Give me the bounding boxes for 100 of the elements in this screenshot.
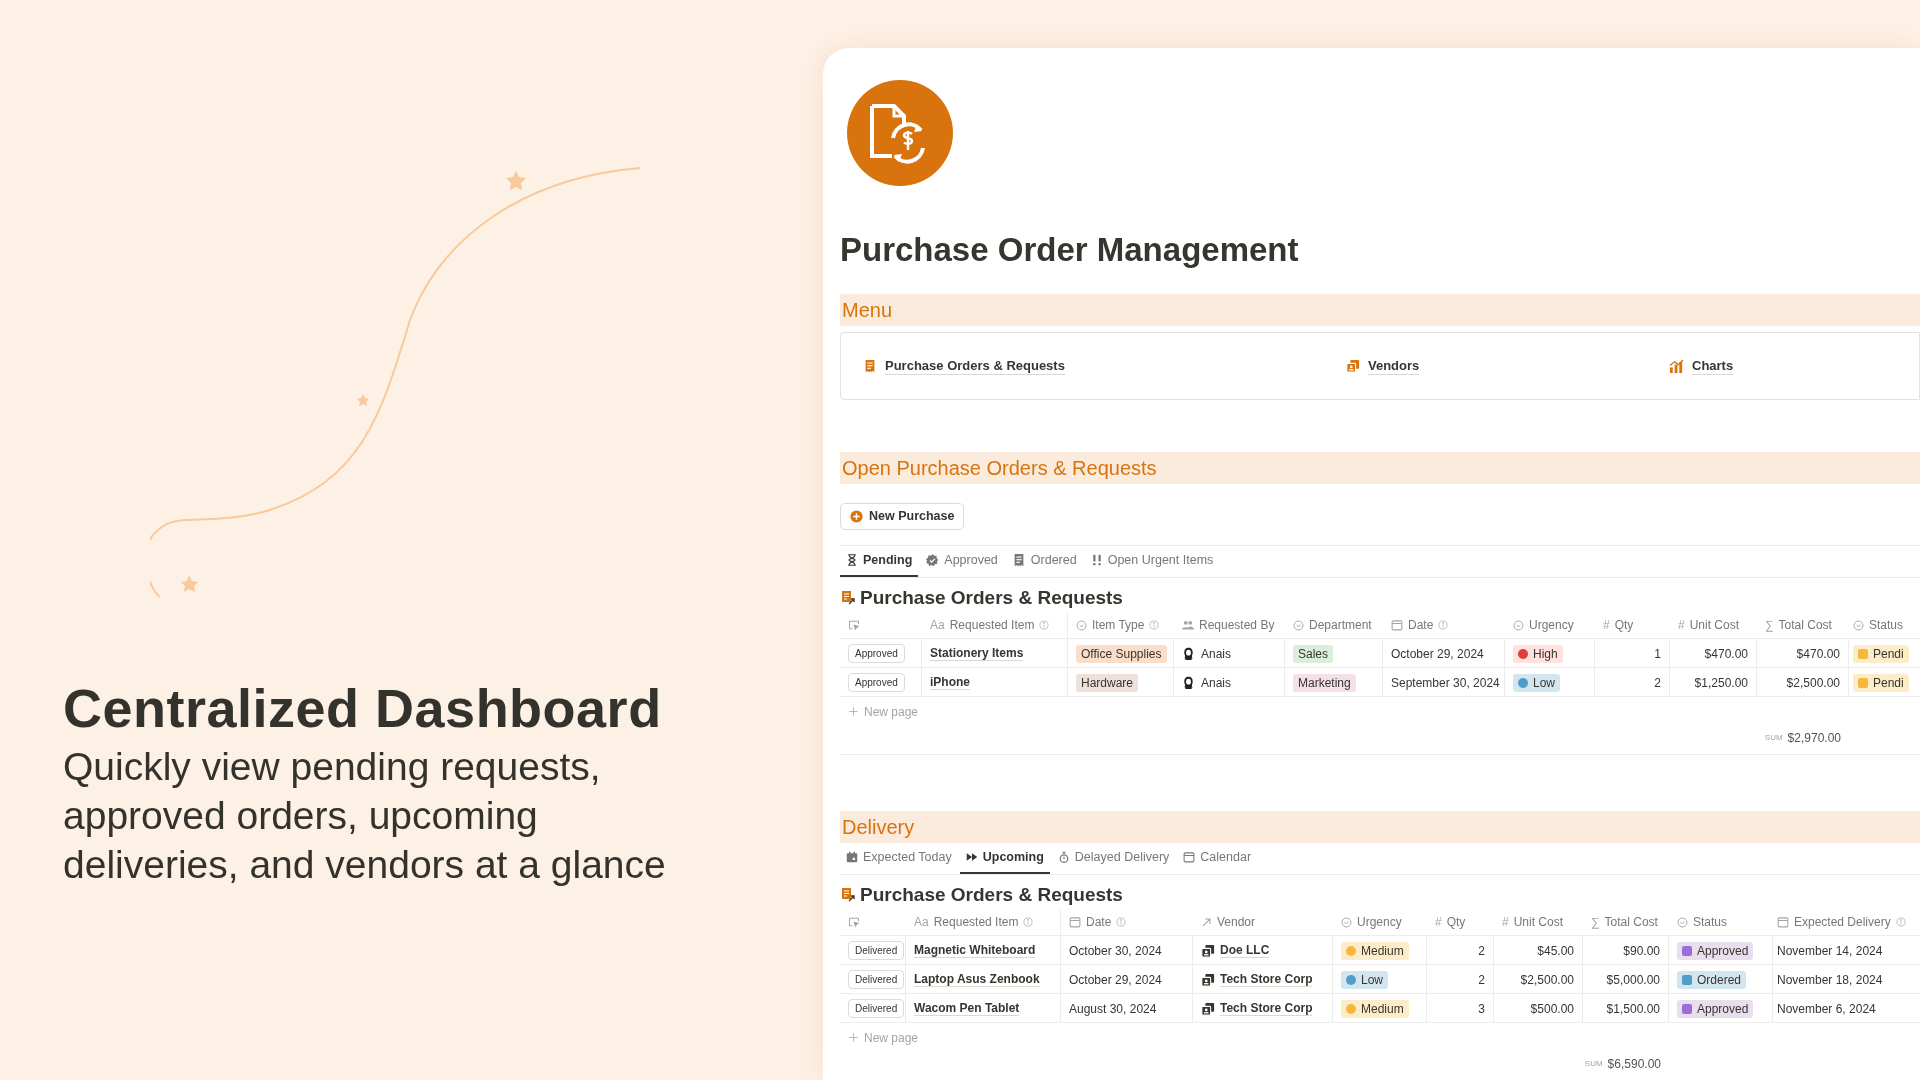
new-page-button[interactable]: New page [840, 1023, 940, 1052]
row-title-link[interactable]: Magnetic Whiteboard [914, 943, 1036, 958]
page-title: Purchase Order Management [840, 230, 1300, 270]
row-title-link[interactable]: Laptop Asus Zenbook [914, 972, 1040, 987]
column-header[interactable]: Qty [1446, 913, 1466, 931]
id-card-icon [1201, 972, 1215, 987]
tag-label: Pendi [1873, 674, 1904, 692]
tag-label: Ordered [1697, 971, 1742, 989]
person-name: Anais [1201, 645, 1232, 663]
dropdown-icon [1076, 619, 1087, 631]
section-heading: Delivery [840, 811, 1920, 843]
tag-label: Low [1533, 674, 1555, 692]
table-cell: September 30, 2024 [1383, 668, 1505, 697]
property-type-icon: # [1502, 913, 1509, 931]
row-action-button[interactable]: Delivered [848, 941, 905, 960]
column-header[interactable]: Total Cost [1778, 616, 1832, 634]
property-type-icon: # [1678, 616, 1685, 634]
vendor-link[interactable]: Doe LLC [1220, 943, 1270, 958]
column-header[interactable]: Department [1309, 616, 1372, 634]
tag-label: Medium [1361, 1000, 1404, 1018]
table-cell: $1,250.00 [1670, 668, 1757, 697]
id-card-icon [1201, 1001, 1215, 1016]
sum-label: SUM [1764, 732, 1783, 744]
new-purchase-button[interactable]: New Purchase [840, 503, 965, 530]
row-title-link[interactable]: Stationery Items [930, 646, 1024, 661]
column-header[interactable]: Total Cost [1604, 913, 1658, 931]
vendor-link[interactable]: Tech Store Corp [1220, 972, 1313, 987]
row-action-button[interactable]: Delivered [848, 999, 905, 1018]
column-header[interactable]: Vendor [1217, 913, 1256, 931]
vendor-link[interactable]: Tech Store Corp [1220, 1001, 1313, 1016]
hero-description: Quickly view pending requests, approved orders, upcoming deliveries, and vendors at a glance [63, 744, 667, 888]
view-tab[interactable]: Approved [920, 545, 1004, 577]
column-header[interactable]: Requested By [1199, 616, 1275, 634]
menu-link[interactable]: Charts [1692, 357, 1734, 375]
category-tag: Sales [1293, 644, 1334, 663]
table-cell: $2,500.00 [1757, 668, 1849, 697]
view-tab[interactable]: Ordered [1005, 545, 1083, 577]
section-heading: Open Purchase Orders & Requests [840, 452, 1920, 484]
tag-label: Approved [1697, 942, 1749, 960]
column-header[interactable]: Requested Item [933, 913, 1019, 931]
menu-link[interactable]: Vendors [1368, 357, 1420, 375]
view-tab[interactable]: Open Urgent Items [1084, 545, 1220, 577]
table-cell: $1,500.00 [1583, 994, 1669, 1023]
menu-link[interactable]: Purchase Orders & Requests [885, 357, 1065, 375]
table-cell-text: November 18, 2024 [1776, 971, 1884, 989]
tag-label: Approved [1697, 1000, 1749, 1018]
column-header[interactable]: Item Type [1092, 616, 1145, 634]
people-icon [1182, 619, 1194, 631]
view-tab[interactable]: Calendar [1177, 842, 1258, 874]
row-title-link[interactable]: iPhone [930, 675, 970, 690]
row-action-button[interactable]: Delivered [848, 970, 905, 989]
avatar-icon [1182, 646, 1195, 661]
dropdown-icon [1293, 619, 1304, 631]
category-tag: Office Supplies [1076, 644, 1167, 663]
calendar-icon [846, 851, 858, 863]
property-type-icon: # [1603, 616, 1610, 634]
view-tab[interactable]: Upcoming [959, 842, 1050, 874]
column-header[interactable]: Qty [1614, 616, 1634, 634]
avatar-icon [1182, 675, 1195, 690]
column-header[interactable]: Expected Delivery [1794, 913, 1891, 931]
new-page-button[interactable]: New page [840, 697, 940, 726]
column-header[interactable]: Requested Item [949, 616, 1035, 634]
table-cell: 1 [1595, 639, 1670, 668]
tag-label: Medium [1361, 942, 1404, 960]
calendar-icon [1183, 851, 1196, 863]
id-card-icon [1201, 943, 1215, 958]
id-card-icon [1346, 359, 1360, 373]
dropdown-icon [1853, 619, 1864, 631]
column-header[interactable]: Urgency [1529, 616, 1574, 634]
fast-forward-icon [965, 851, 978, 863]
tag-label: Pendi [1873, 645, 1904, 663]
dropdown-icon [1513, 619, 1524, 631]
property-type-icon: ∑ [1765, 616, 1774, 634]
view-tab[interactable]: Pending [840, 545, 919, 577]
dropdown-icon [1677, 916, 1688, 928]
plus-icon [848, 706, 859, 717]
column-header[interactable]: Unit Cost [1513, 913, 1564, 931]
table-cell: $45.00 [1494, 936, 1583, 965]
table-cell-text: November 6, 2024 [1776, 1000, 1877, 1018]
column-header[interactable]: Status [1869, 616, 1904, 634]
table-cell: August 30, 2024 [1061, 994, 1193, 1023]
row-title-link[interactable]: Wacom Pen Tablet [914, 1001, 1020, 1016]
table-cell: $500.00 [1494, 994, 1583, 1023]
column-header[interactable]: Date [1408, 616, 1434, 634]
table-cell-text: November 14, 2024 [1776, 942, 1884, 960]
person-name: Anais [1201, 674, 1232, 692]
column-header[interactable]: Urgency [1357, 913, 1402, 931]
column-header[interactable]: Status [1693, 913, 1728, 931]
property-type-icon: Aa [914, 913, 929, 931]
column-header[interactable]: Date [1086, 913, 1112, 931]
logo-icon [847, 80, 953, 186]
column-header[interactable]: Unit Cost [1689, 616, 1740, 634]
table-title: Purchase Orders & Requests [860, 585, 1123, 610]
row-action-button[interactable]: Approved [848, 673, 905, 692]
view-tab[interactable]: Expected Today [840, 842, 958, 874]
category-tag: Hardware [1076, 673, 1139, 692]
table-cell: $2,500.00 [1494, 965, 1583, 994]
row-action-button[interactable]: Approved [848, 644, 905, 663]
view-tab[interactable]: Delayed Delivery [1051, 842, 1176, 874]
table-cell: 2 [1427, 936, 1494, 965]
